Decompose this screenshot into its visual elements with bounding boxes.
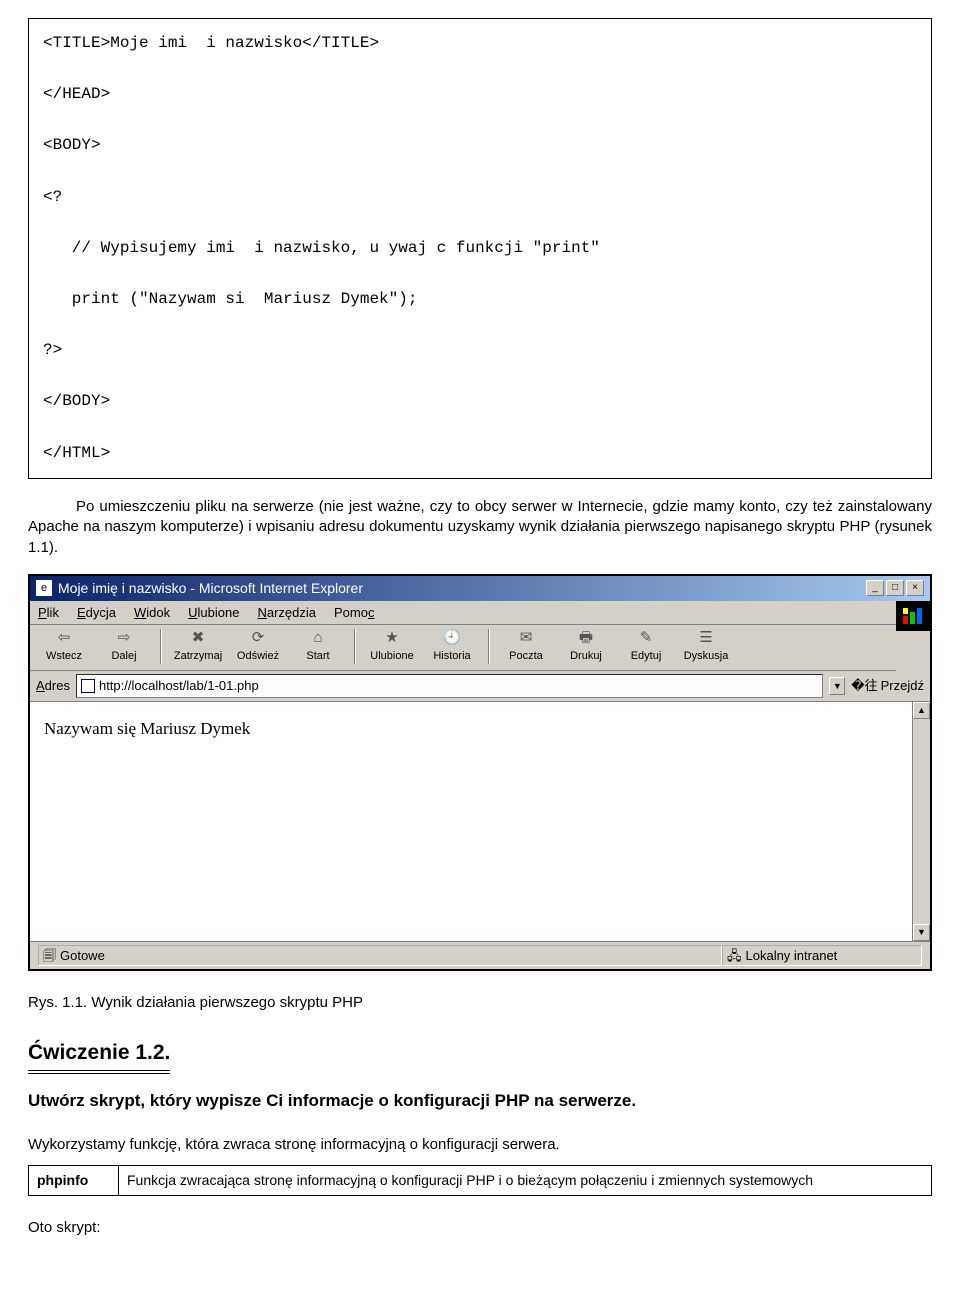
favorites-icon: ★ (382, 629, 402, 647)
tb-print[interactable]: 🖶Drukuj (558, 627, 614, 666)
forward-icon: ⇨ (114, 629, 134, 647)
tb-back[interactable]: ⇦Wstecz (36, 627, 92, 666)
tb-mail[interactable]: ✉Poczta (498, 627, 554, 666)
menu-view[interactable]: Widok (134, 604, 170, 622)
exercise-heading: Ćwiczenie 1.2. (28, 1039, 170, 1073)
ie-titlebar: e Moje imię i nazwisko - Microsoft Inter… (30, 576, 930, 601)
status-page-icon: 🗐 (43, 947, 56, 965)
status-left-text: Gotowe (60, 947, 105, 965)
status-right-text: Lokalny intranet (746, 947, 838, 965)
vertical-scrollbar[interactable]: ▲ ▼ (912, 702, 930, 941)
ie-app-icon: e (36, 580, 52, 596)
maximize-button[interactable]: □ (886, 580, 904, 596)
go-icon: �往 (851, 677, 877, 695)
closing-text: Oto skrypt: (28, 1218, 932, 1238)
history-icon: 🕘 (442, 629, 462, 647)
tb-hist[interactable]: 🕘Historia (424, 627, 480, 666)
zone-icon: 🖧 (727, 947, 742, 965)
window-title: Moje imię i nazwisko - Microsoft Interne… (58, 579, 363, 598)
menu-edit[interactable]: Edycja (77, 604, 116, 622)
page-icon (81, 679, 95, 693)
ie-statusbar: 🗐Gotowe 🖧Lokalny intranet (30, 942, 930, 970)
window-buttons: _ □ × (866, 580, 924, 596)
page-output-text: Nazywam się Mariusz Dymek (44, 719, 250, 738)
menu-file[interactable]: Plik (38, 604, 59, 622)
tb-fwd[interactable]: ⇨Dalej (96, 627, 152, 666)
tb-refresh[interactable]: ⟳Odśwież (230, 627, 286, 666)
ie-window: e Moje imię i nazwisko - Microsoft Inter… (28, 574, 932, 971)
address-label: Adres (36, 677, 70, 695)
tb-fav[interactable]: ★Ulubione (364, 627, 420, 666)
paragraph-intro: Po umieszczeniu pliku na serwerze (nie j… (28, 497, 932, 558)
ie-menubar: Plik Edycja Widok Ulubione Narzędzia Pom… (30, 601, 896, 626)
exercise-description: Utwórz skrypt, który wypisze Ci informac… (28, 1090, 932, 1113)
body-text: Wykorzystamy funkcję, która zwraca stron… (28, 1135, 932, 1155)
function-name-cell: phpinfo (29, 1166, 119, 1196)
address-value: http://localhost/lab/1-01.php (99, 677, 259, 695)
print-icon: 🖶 (576, 629, 596, 647)
ie-addressbar: Adres http://localhost/lab/1-01.php ▼ �往… (30, 671, 930, 702)
function-table: phpinfo Funkcja zwracająca stronę inform… (28, 1165, 932, 1196)
address-field[interactable]: http://localhost/lab/1-01.php (76, 674, 823, 698)
back-icon: ⇦ (54, 629, 74, 647)
table-row: phpinfo Funkcja zwracająca stronę inform… (29, 1166, 932, 1196)
menu-tools[interactable]: Narzędzia (257, 604, 316, 622)
menu-help[interactable]: Pomoc (334, 604, 374, 622)
menu-favorites[interactable]: Ulubione (188, 604, 239, 622)
edit-icon: ✎ (636, 629, 656, 647)
ie-toolbar: ⇦Wstecz ⇨Dalej ✖Zatrzymaj ⟳Odśwież ⌂Star… (30, 625, 896, 671)
go-button[interactable]: �往Przejdź (851, 677, 924, 695)
mail-icon: ✉ (516, 629, 536, 647)
ie-content-area: Nazywam się Mariusz Dymek ▲ ▼ (30, 702, 930, 942)
minimize-button[interactable]: _ (866, 580, 884, 596)
tb-stop[interactable]: ✖Zatrzymaj (170, 627, 226, 666)
tb-edit[interactable]: ✎Edytuj (618, 627, 674, 666)
close-button[interactable]: × (906, 580, 924, 596)
tb-home[interactable]: ⌂Start (290, 627, 346, 666)
figure-caption: Rys. 1.1. Wynik działania pierwszego skr… (28, 993, 932, 1013)
address-dropdown[interactable]: ▼ (829, 677, 845, 695)
refresh-icon: ⟳ (248, 629, 268, 647)
code-sample-box: <TITLE>Moje imi i nazwisko</TITLE> </HEA… (28, 18, 932, 479)
tb-discuss[interactable]: ☰Dyskusja (678, 627, 734, 666)
browser-figure: e Moje imię i nazwisko - Microsoft Inter… (28, 574, 932, 971)
discuss-icon: ☰ (696, 629, 716, 647)
function-desc-cell: Funkcja zwracająca stronę informacyjną o… (119, 1166, 932, 1196)
scroll-down-icon[interactable]: ▼ (913, 924, 930, 941)
ie-throbber-icon (896, 601, 930, 631)
scroll-up-icon[interactable]: ▲ (913, 702, 930, 719)
home-icon: ⌂ (308, 629, 328, 647)
stop-icon: ✖ (188, 629, 208, 647)
